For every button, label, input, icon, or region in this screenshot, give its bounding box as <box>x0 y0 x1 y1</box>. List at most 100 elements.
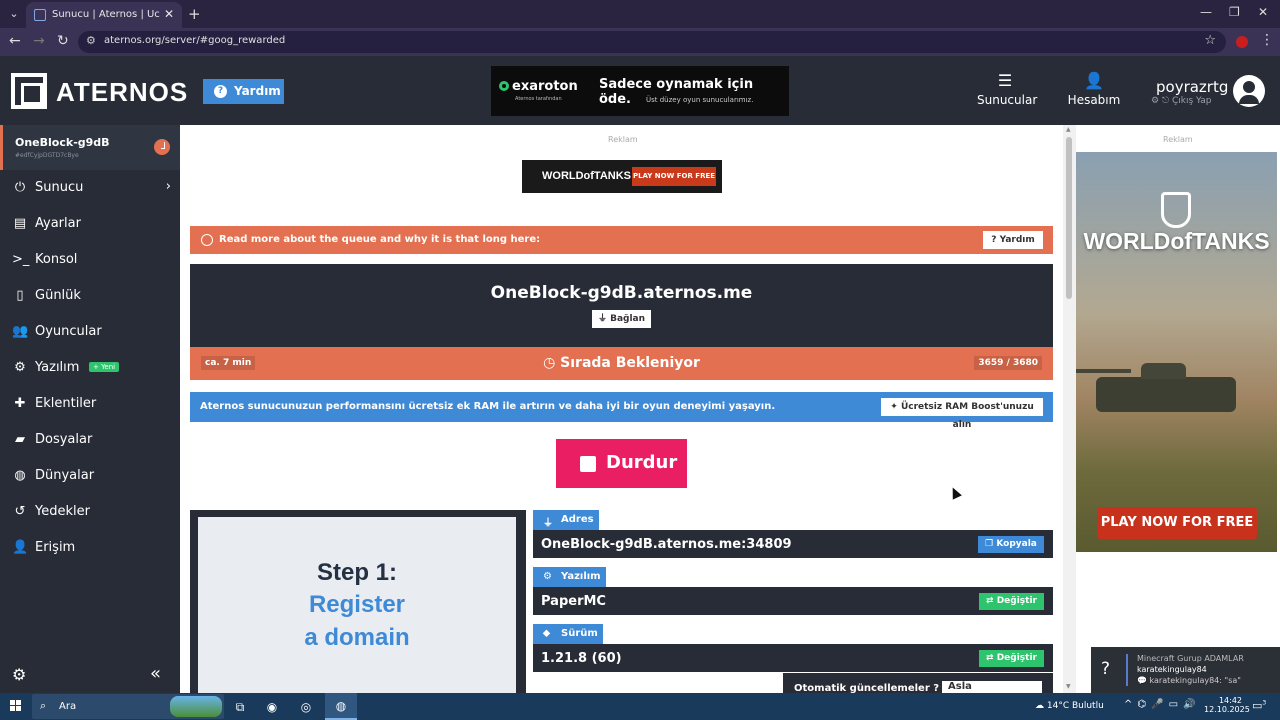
sidebar-item-label: Ayarlar <box>35 216 81 231</box>
close-window-button[interactable]: ✕ <box>1258 5 1268 19</box>
clock-icon: ◷ <box>543 355 556 371</box>
sidebar-item-gunluk[interactable]: ▯ Günlük <box>0 278 180 314</box>
tab-close-icon[interactable]: ✕ <box>164 7 174 21</box>
copy-button[interactable]: ❐ Kopyala <box>978 536 1044 553</box>
stop-button[interactable]: Durdur <box>556 439 687 488</box>
question-icon: ? <box>991 235 997 245</box>
software-row: PaperMC ⇄ Değiştir <box>533 587 1053 615</box>
queue-notice-bar: Read more about the queue and why it is … <box>190 226 1053 254</box>
sidebar-item-yazilim[interactable]: ⚙ Yazılım + Yeni <box>0 350 180 386</box>
connect-button[interactable]: ⏚ Bağlan <box>592 310 651 328</box>
change-software-button[interactable]: ⇄ Değiştir <box>979 593 1044 610</box>
rocket-icon: ✦ <box>890 402 898 412</box>
collapse-sidebar-icon[interactable]: « <box>150 663 161 684</box>
plug-icon: ⏚ <box>543 518 553 529</box>
server-address-title: OneBlock-g9dB.aternos.me <box>490 283 753 303</box>
sidebar-item-yedekler[interactable]: ↺ Yedekler <box>0 494 180 530</box>
tab-search-icon[interactable]: ⌄ <box>4 4 24 24</box>
help-button[interactable]: ? Yardım <box>203 79 284 104</box>
power-icon: ⏻ <box>14 180 26 195</box>
extension-icon[interactable] <box>1236 36 1248 48</box>
notification-message: 💬 karatekingulay84: "sa" <box>1137 676 1241 685</box>
chrome-taskbar-button[interactable]: ◍ <box>325 693 357 720</box>
minimize-button[interactable]: — <box>1200 5 1212 19</box>
bookmark-star-icon[interactable]: ☆ <box>1204 33 1216 48</box>
chat-notification[interactable]: ? Minecraft Gurup ADAMLAR karatekingulay… <box>1091 647 1280 693</box>
queue-help-button[interactable]: ? Yardım <box>983 231 1043 249</box>
weather-widget[interactable]: ☁ 14°C Bulutlu <box>1035 701 1104 711</box>
question-icon: ? <box>214 85 227 98</box>
address-bar[interactable]: ⚙ aternos.org/server/#goog_rewarded ☆ <box>78 31 1226 53</box>
avatar[interactable] <box>1233 75 1265 107</box>
clock-icon <box>154 139 170 155</box>
sidebar-item-ayarlar[interactable]: ▤ Ayarlar <box>0 206 180 242</box>
site-info-icon[interactable]: ⚙ <box>86 34 96 47</box>
history-icon: ↺ <box>14 504 26 519</box>
new-tab-button[interactable]: + <box>188 5 201 23</box>
taskbar-clock[interactable]: 14:42 12.10.2025 <box>1204 696 1250 714</box>
wot-play-button[interactable]: PLAY NOW FOR FREE <box>632 167 716 186</box>
wot-banner-ad[interactable]: WORLDofTANKS PLAY NOW FOR FREE <box>522 160 722 193</box>
scrollbar-thumb[interactable] <box>1066 137 1072 299</box>
sidebar-item-dunyalar[interactable]: ◍ Dünyalar <box>0 458 180 494</box>
software-tag-label: Yazılım <box>561 571 601 582</box>
notification-title: Minecraft Gurup ADAMLAR <box>1137 654 1244 663</box>
aternos-logo-text[interactable]: ATERNOS <box>56 77 188 108</box>
forward-icon[interactable]: → <box>33 33 45 49</box>
search-icon: ⌕ <box>40 699 47 712</box>
windows-start-icon[interactable] <box>10 700 22 712</box>
browser-menu-icon[interactable]: ⋮ <box>1260 32 1274 48</box>
users-icon: 👥 <box>12 324 29 339</box>
wot-skyscraper-ad[interactable]: WORLDofTANKS PLAY NOW FOR FREE <box>1076 152 1277 552</box>
right-ad-column: Reklam WORLDofTANKS PLAY NOW FOR FREE <box>1076 125 1280 693</box>
system-tray[interactable]: ^⌬🎤▭🔊 <box>1124 699 1200 710</box>
ram-boost-bar: Aternos sunucunuzun performansını ücrets… <box>190 392 1053 430</box>
steam-icon[interactable]: ◉ <box>262 697 282 717</box>
reload-icon[interactable]: ↻ <box>57 33 69 49</box>
sidebar-item-sunucu[interactable]: ⏻ Sunucu › <box>0 170 180 206</box>
scroll-down-icon[interactable]: ▼ <box>1066 683 1071 690</box>
sidebar-item-label: Sunucu <box>35 180 84 195</box>
account-nav-item[interactable]: 👤 Hesabım <box>1066 71 1122 107</box>
address-tag-label: Adres <box>561 514 594 525</box>
aternos-logo-icon[interactable] <box>11 73 47 109</box>
ram-boost-button[interactable]: ✦ Ücretsiz RAM Boost'unuzu alın <box>881 398 1043 430</box>
site-header: ATERNOS ? Yardım exaroton Aternos tarafı… <box>0 56 1280 125</box>
sidebar-item-erisim[interactable]: 👤 Erişim <box>0 530 180 566</box>
wot-play-button[interactable]: PLAY NOW FOR FREE <box>1097 507 1257 539</box>
sidebar-item-oyuncular[interactable]: 👥 Oyuncular <box>0 314 180 350</box>
change-version-button[interactable]: ⇄ Değiştir <box>979 650 1044 667</box>
auto-update-select[interactable]: Asla <box>942 681 1042 693</box>
domain-ad-card[interactable]: Step 1: Register a domain <box>190 510 526 693</box>
settings-gear-icon[interactable]: ⚙ <box>12 665 26 684</box>
taskbar-search[interactable]: ⌕ Ara <box>32 694 224 719</box>
wot-title: WORLDofTANKS <box>1083 228 1270 254</box>
ad-subline: Üst düzey oyun sunucularımız. <box>646 96 754 104</box>
sidebar-item-eklentiler[interactable]: ✚ Eklentiler <box>0 386 180 422</box>
restore-button[interactable]: ❐ <box>1229 5 1240 19</box>
task-view-icon[interactable]: ⧉ <box>230 697 250 717</box>
notification-accent <box>1126 654 1128 686</box>
software-value: PaperMC <box>541 594 606 609</box>
shuffle-icon: ⇄ <box>986 653 994 663</box>
obs-icon[interactable]: ◎ <box>296 697 316 717</box>
sidebar: OneBlock-g9dB #edfCyjpDGTD7cBye ⏻ Sunucu… <box>0 125 180 693</box>
exaroton-ad-banner[interactable]: exaroton Aternos tarafından Sadece oynam… <box>491 66 789 116</box>
ad-label: Reklam <box>1163 135 1193 144</box>
sidebar-item-dosyalar[interactable]: ▰ Dosyalar <box>0 422 180 458</box>
server-card[interactable]: OneBlock-g9dB #edfCyjpDGTD7cBye <box>0 125 180 170</box>
browser-tab[interactable]: Sunucu | Aternos | Ücretsiz Minecraft ✕ <box>26 2 182 28</box>
scroll-up-icon[interactable]: ▲ <box>1066 126 1071 133</box>
sidebar-item-konsol[interactable]: >_ Konsol <box>0 242 180 278</box>
main-scrollbar[interactable]: ▲ ▼ <box>1063 125 1076 693</box>
step-line-1: Step 1: <box>316 559 397 586</box>
main-content: Reklam WORLDofTANKS PLAY NOW FOR FREE Re… <box>180 125 1063 693</box>
back-icon[interactable]: ← <box>9 33 21 49</box>
logout-link[interactable]: ⚙ ⎋ Çıkış Yap <box>1151 96 1212 106</box>
queue-notice-text[interactable]: Read more about the queue and why it is … <box>219 234 540 245</box>
notification-center-icon[interactable]: ▭3 <box>1252 699 1266 712</box>
servers-nav-item[interactable]: ☰ Sunucular <box>977 71 1037 107</box>
version-tag: ⬥ Sürüm <box>533 624 603 644</box>
url-text: aternos.org/server/#goog_rewarded <box>104 35 286 46</box>
cogs-icon: ⚙ <box>14 360 26 375</box>
